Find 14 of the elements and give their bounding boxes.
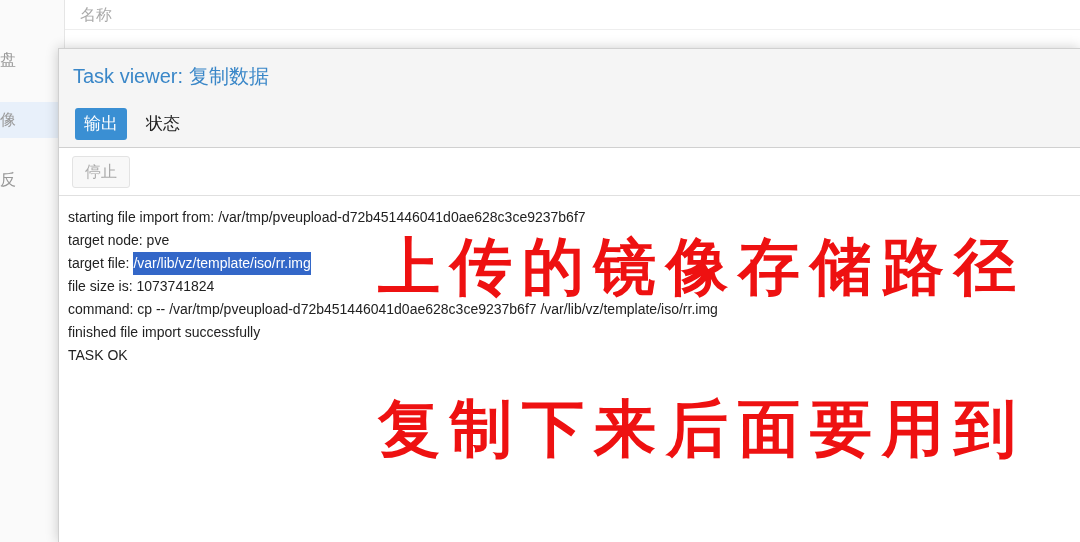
- annotation-text: 上传的镜像存储路径: [378, 232, 1026, 302]
- tab[interactable]: 状态: [137, 108, 189, 140]
- log-line: command: cp -- /var/tmp/pveupload-d72b451446041d0ae628c3ce9237b6f7 /var/lib/vz/template/iso/rr.img: [68, 300, 718, 319]
- selected-text: /var/lib/vz/template/iso/rr.img: [133, 252, 311, 275]
- tab[interactable]: 输出: [75, 108, 127, 140]
- log-line: target file:: [68, 254, 131, 273]
- annotation-text: 复制下来后面要用到: [378, 394, 1026, 464]
- log-line: TASK OK: [68, 346, 128, 365]
- column-header: 名称: [80, 4, 112, 25]
- log-line: target node: pve: [68, 231, 170, 250]
- dialog-title: Task viewer: 复制数据: [73, 64, 269, 89]
- log-line: finished file import successfully: [68, 323, 261, 342]
- log-line: file size is: 1073741824: [68, 277, 215, 296]
- log-line: starting file import from: /var/tmp/pveupload-d72b451446041d0ae628c3ce9237b6f7: [68, 208, 586, 227]
